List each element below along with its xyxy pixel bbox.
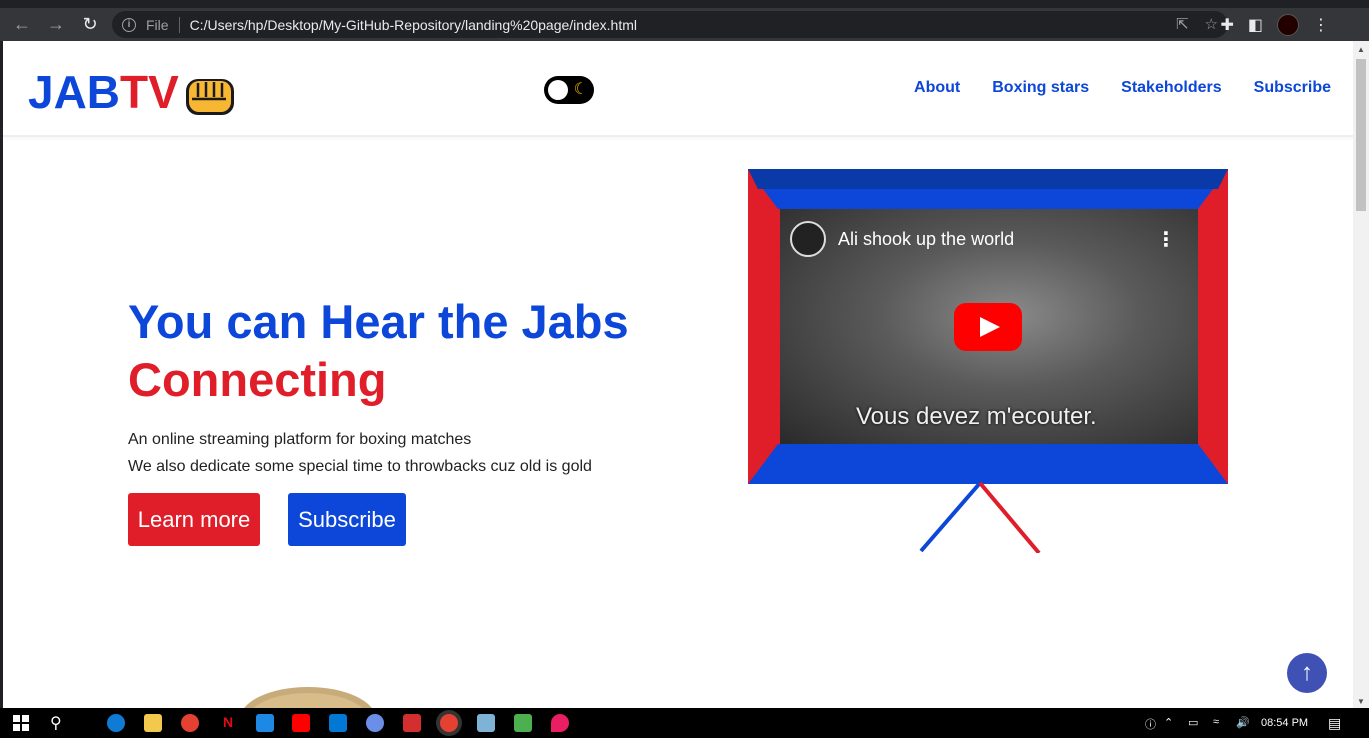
paint-icon[interactable] xyxy=(551,714,569,732)
scroll-to-top-button[interactable]: ↑ xyxy=(1287,653,1327,693)
hero-title: You can Hear the Jabs Connecting xyxy=(128,293,629,409)
learn-more-button[interactable]: Learn more xyxy=(128,493,260,546)
chrome-active-icon[interactable] xyxy=(440,714,458,732)
windows-start-icon[interactable] xyxy=(12,714,30,732)
back-icon[interactable]: ← xyxy=(10,13,34,37)
fist-icon xyxy=(186,79,234,115)
forward-icon[interactable]: → xyxy=(44,13,68,37)
video-embed[interactable]: Ali shook up the world ⋮ Vous devez m'ec… xyxy=(780,209,1198,444)
scroll-down-icon[interactable]: ▼ xyxy=(1357,697,1365,706)
browser-toolbar: ← → ↻ i File C:/Users/hp/Desktop/My-GitH… xyxy=(0,8,1369,41)
video-caption: Vous devez m'ecouter. xyxy=(856,403,1097,430)
info-icon[interactable]: i xyxy=(122,17,136,32)
play-button-icon[interactable] xyxy=(954,303,1022,351)
windows-taskbar: ⚲ N ⓘ ⌃ ▭ ≈ 🔊 08:54 PM ▤ xyxy=(0,708,1369,738)
address-bar[interactable]: i File C:/Users/hp/Desktop/My-GitHub-Rep… xyxy=(112,11,1228,38)
nav-stakeholders[interactable]: Stakeholders xyxy=(1121,79,1221,97)
notepad-icon[interactable] xyxy=(477,714,495,732)
subscribe-button[interactable]: Subscribe xyxy=(288,493,406,546)
bookmark-star-icon[interactable]: ☆ xyxy=(1205,15,1218,33)
moon-icon: ☾ xyxy=(573,81,588,98)
chrome-icon[interactable] xyxy=(181,714,199,732)
dark-mode-toggle[interactable]: ☾ xyxy=(544,76,594,104)
file-label: File xyxy=(146,16,169,33)
nav-subscribe[interactable]: Subscribe xyxy=(1254,79,1331,97)
channel-avatar[interactable] xyxy=(790,221,826,257)
profile-avatar[interactable] xyxy=(1277,13,1299,36)
nav-about[interactable]: About xyxy=(914,79,960,97)
volume-icon[interactable]: 🔊 xyxy=(1236,716,1250,729)
tab-strip xyxy=(0,0,1369,8)
toggle-knob xyxy=(548,80,568,100)
browser-menu-icon[interactable]: ⋮ xyxy=(1313,15,1329,35)
side-panel-icon[interactable]: ◧ xyxy=(1248,15,1263,35)
omnibox-separator xyxy=(178,16,180,33)
battery-icon[interactable]: ▭ xyxy=(1188,716,1198,729)
page-scrollbar[interactable]: ▲ ▼ xyxy=(1353,41,1369,708)
page-viewport: JABTV ☾ About Boxing stars Stakeholders … xyxy=(3,41,1353,708)
vscode-icon[interactable] xyxy=(329,714,347,732)
video-more-icon[interactable]: ⋮ xyxy=(1156,227,1176,252)
site-header: JABTV ☾ About Boxing stars Stakeholders … xyxy=(3,41,1353,137)
main-nav: About Boxing stars Stakeholders Subscrib… xyxy=(914,79,1331,97)
boxing-glove-image xyxy=(244,687,372,708)
reload-icon[interactable]: ↻ xyxy=(78,13,102,37)
screen-stand xyxy=(919,481,1041,553)
nav-boxing-stars[interactable]: Boxing stars xyxy=(992,79,1089,97)
file-explorer-icon[interactable] xyxy=(144,714,162,732)
hero-title-line1: You can Hear the Jabs xyxy=(128,295,629,348)
url-text[interactable]: C:/Users/hp/Desktop/My-GitHub-Repository… xyxy=(190,17,637,33)
notifications-icon[interactable]: ▤ xyxy=(1328,715,1341,732)
tray-chevron-icon[interactable]: ⌃ xyxy=(1164,716,1173,729)
extensions-icon[interactable]: ✚ xyxy=(1220,15,1233,35)
scroll-thumb[interactable] xyxy=(1356,59,1366,211)
site-logo[interactable]: JABTV xyxy=(28,67,179,117)
scroll-up-icon[interactable]: ▲ xyxy=(1357,45,1365,54)
calculator-icon[interactable] xyxy=(256,714,274,732)
git-icon[interactable] xyxy=(514,714,532,732)
edge-icon[interactable] xyxy=(107,714,125,732)
hero-title-line2: Connecting xyxy=(128,353,387,406)
video-title[interactable]: Ali shook up the world xyxy=(838,229,1014,250)
taskbar-clock[interactable]: 08:54 PM xyxy=(1261,717,1308,729)
hero-subtitle-line2: We also dedicate some special time to th… xyxy=(128,458,592,475)
logo-jab: JAB xyxy=(28,66,121,118)
acrobat-icon[interactable] xyxy=(403,714,421,732)
search-icon[interactable]: ⚲ xyxy=(50,713,62,733)
hero-subtitle-line1: An online streaming platform for boxing … xyxy=(128,431,472,448)
wifi-icon[interactable]: ≈ xyxy=(1213,716,1219,728)
share-icon[interactable]: ⇱ xyxy=(1176,15,1189,33)
netflix-icon[interactable]: N xyxy=(219,714,237,732)
app-icon[interactable] xyxy=(366,714,384,732)
logo-tv: TV xyxy=(120,66,179,118)
hero-subtitle: An online streaming platform for boxing … xyxy=(128,426,592,480)
youtube-icon[interactable] xyxy=(292,714,310,732)
help-icon[interactable]: ⓘ xyxy=(1145,716,1156,732)
